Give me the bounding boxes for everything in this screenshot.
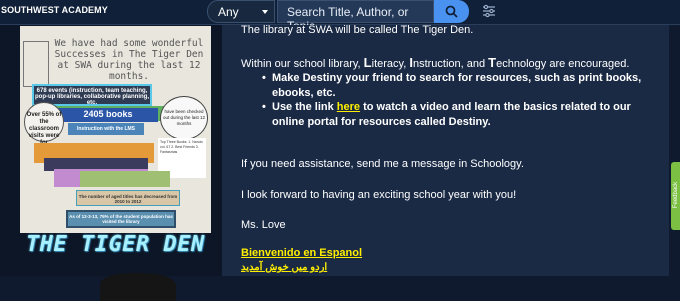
- forward-text: I look forward to having an exciting sch…: [241, 189, 517, 201]
- search-icon: [445, 5, 458, 18]
- brand-name[interactable]: SOUTHWEST ACADEMY: [1, 5, 108, 15]
- search-type-value: Any: [218, 5, 239, 19]
- right-strip: [669, 25, 680, 276]
- search-input[interactable]: Search Title, Author, or Topic: [277, 0, 434, 33]
- bullet-video-link: Use the link here to watch a video and l…: [262, 100, 662, 129]
- top-bar: SOUTHWEST ACADEMY Any Search Title, Auth…: [0, 0, 680, 33]
- intro-text-4: echnology are encouraged.: [496, 58, 630, 70]
- intro-text-2: iteracy,: [371, 58, 410, 70]
- feedback-label: Feedback: [673, 181, 679, 209]
- bullet-destiny: Make Destiny your friend to search for r…: [262, 71, 662, 100]
- library-name-line: The library at SWA will be called The Ti…: [241, 24, 474, 36]
- tiger-ears-image: [100, 273, 176, 301]
- poster-visits-circle: Over 55% of the classroom visits were fo…: [24, 102, 64, 146]
- bullet-video-pre: Use the link: [272, 101, 337, 113]
- poster-green-block: [80, 171, 170, 187]
- spanish-link[interactable]: Bienvenido en Espanol: [241, 247, 362, 259]
- search-button[interactable]: [434, 0, 469, 23]
- intro-letter-t: T: [488, 55, 497, 70]
- intro-text-1: Within our school library,: [241, 58, 364, 70]
- infographic-poster: We have had some wonderful Successes in …: [20, 26, 211, 233]
- tiger-den-logo: THE TIGER DEN: [26, 232, 205, 257]
- left-panel: We have had some wonderful Successes in …: [0, 25, 222, 301]
- here-link[interactable]: here: [337, 101, 360, 113]
- poster-checked-out-circle: have been checked out during the last 12…: [160, 96, 208, 140]
- poster-small-note: [36, 188, 66, 208]
- poster-instruction-bar: Instruction with the LMS: [68, 123, 144, 135]
- intro-paragraph: Within our school library, Literacy, Ins…: [241, 55, 629, 70]
- sliders-icon[interactable]: [482, 4, 496, 18]
- feedback-tab[interactable]: Feedback: [671, 162, 680, 230]
- poster-title: We have had some wonderful Successes in …: [54, 38, 204, 82]
- urdu-link[interactable]: اردو میں خوش آمدید: [241, 262, 327, 273]
- poster-note: [23, 41, 49, 87]
- poster-aged-titles: The number of aged titles has decreased …: [76, 190, 180, 206]
- search-type-select[interactable]: Any: [207, 0, 275, 23]
- chevron-down-icon: [262, 10, 268, 14]
- intro-letter-l: L: [363, 55, 372, 70]
- intro-text-3: nstruction, and: [412, 58, 489, 70]
- assistance-text: If you need assistance, send me a messag…: [241, 158, 524, 170]
- poster-books-count: 2405 books: [58, 108, 158, 122]
- main-content: The library at SWA will be called The Ti…: [222, 24, 669, 276]
- bullet-list: Make Destiny your friend to search for r…: [262, 71, 662, 129]
- poster-students-visited: As of 12-3-13, 75% of the student popula…: [66, 210, 176, 228]
- signature: Ms. Love: [241, 219, 286, 231]
